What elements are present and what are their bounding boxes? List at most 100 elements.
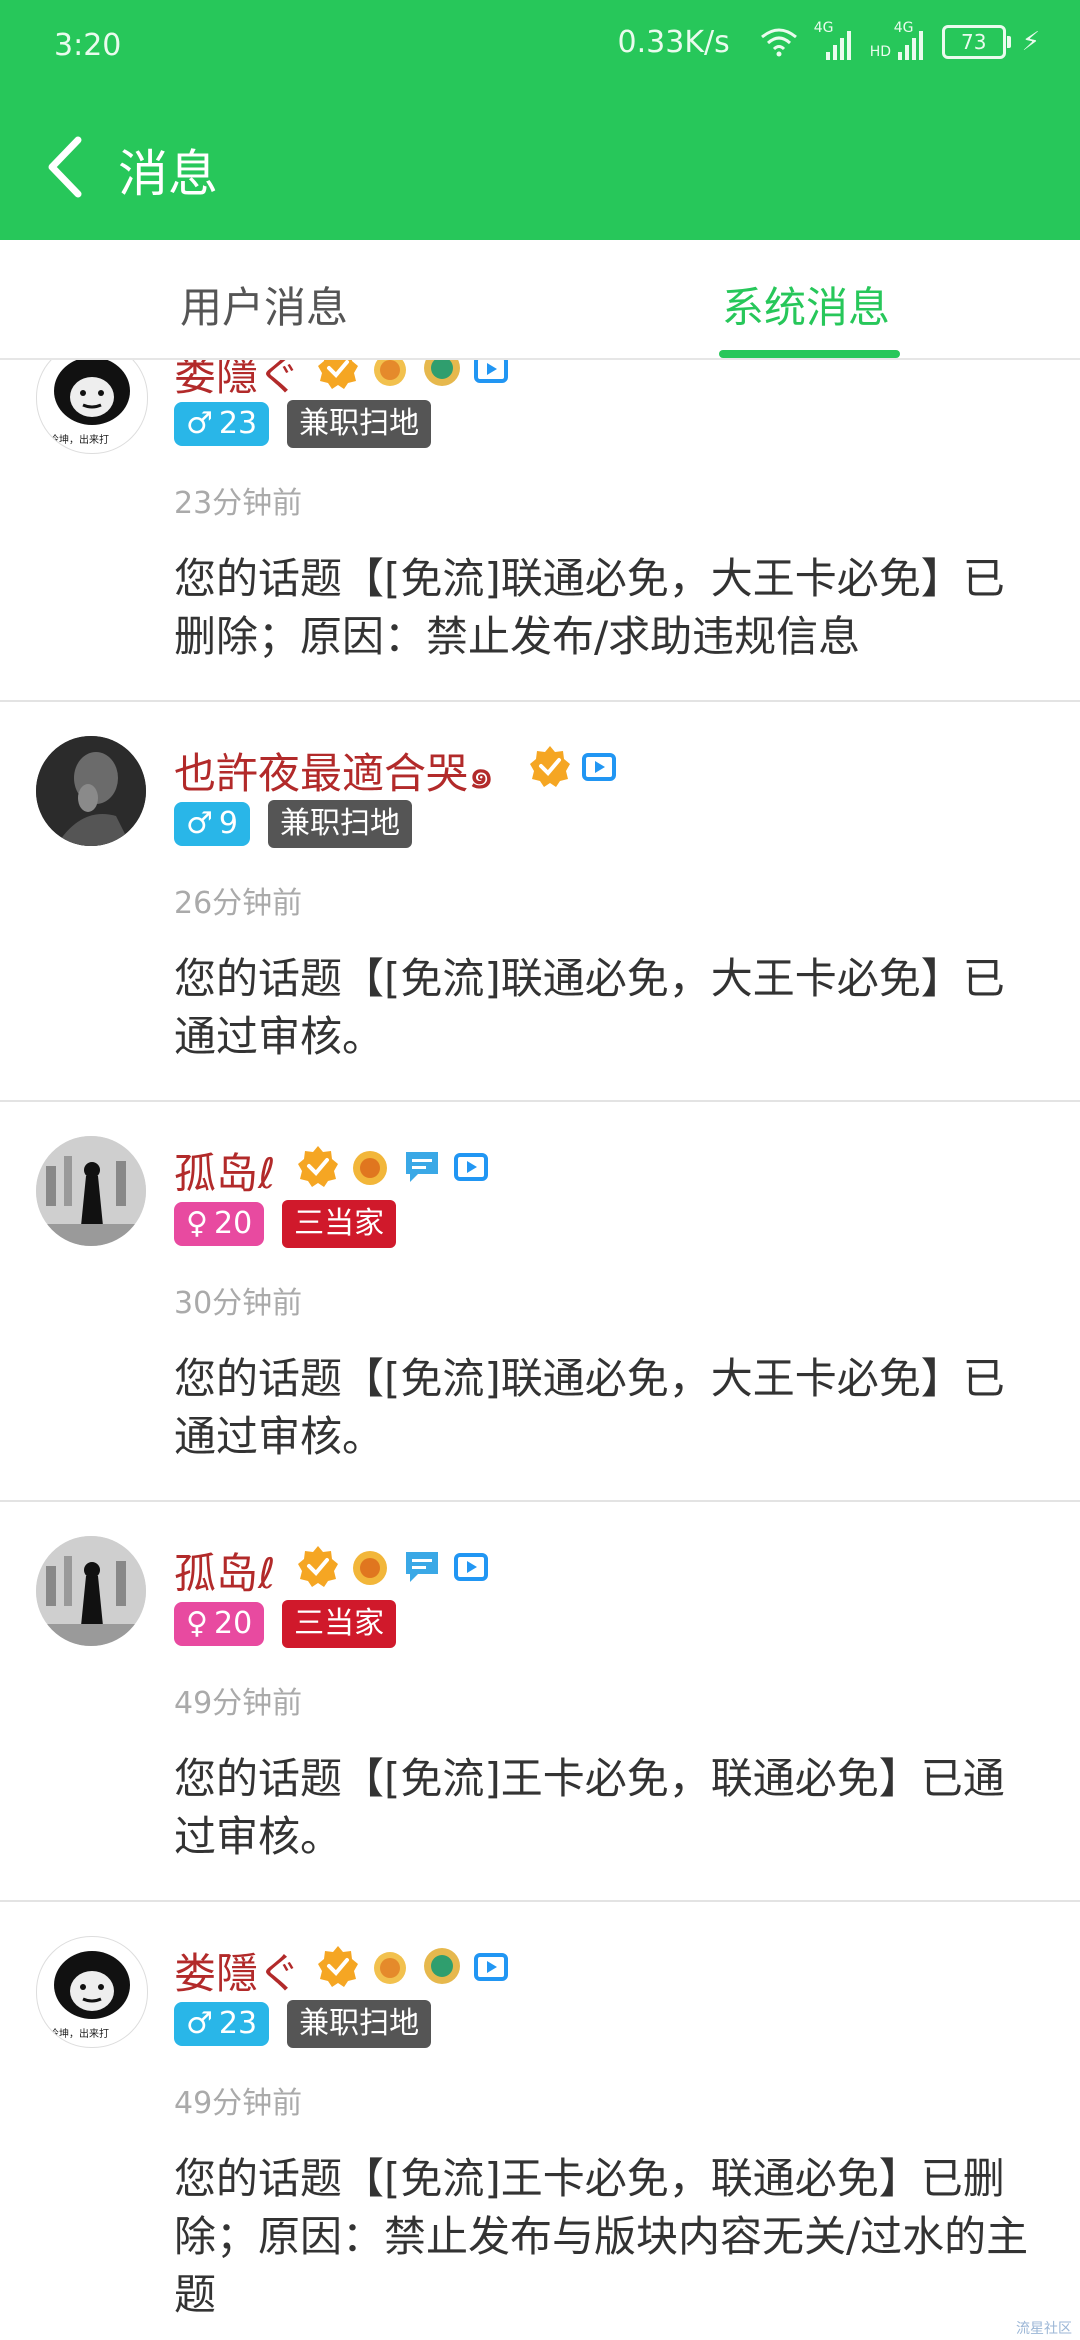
- shield-medal-icon: [424, 1948, 460, 1984]
- charging-icon: ⚡: [1021, 27, 1040, 57]
- role-tag: 兼职扫地: [287, 2000, 432, 2048]
- tab-indicator: [719, 350, 900, 358]
- user-badges: [316, 360, 510, 390]
- gender-level-badge: ♂ 23: [174, 402, 270, 446]
- gender-level-badge: ♂ 9: [174, 802, 250, 846]
- username[interactable]: 娄隱ぐ: [174, 1940, 300, 2001]
- tab-user-messages[interactable]: 用户消息: [180, 274, 348, 335]
- list-item[interactable]: 冷坤，出来打 娄隱ぐ ♂ 23 兼职扫地: [0, 1900, 1080, 2340]
- hd-label: HD: [869, 44, 892, 60]
- role-tag: 三当家: [282, 1600, 397, 1648]
- chat-badge-icon: [406, 1152, 438, 1182]
- gender-symbol: ♀: [186, 1206, 208, 1241]
- gender-symbol: ♂: [186, 2006, 213, 2041]
- message-list[interactable]: 冷坤，出来打 娄隱ぐ ♂ 23 兼职扫地 23分钟前 您的话题【[免流]联通必免…: [0, 360, 1080, 2340]
- avatar[interactable]: 冷坤，出来打: [36, 1936, 148, 2048]
- avatar-castle-image: [36, 1536, 146, 1646]
- network-speed: 0.33K/s: [617, 24, 730, 60]
- status-time: 3:20: [54, 28, 122, 63]
- username[interactable]: 也許夜最適合哭๑: [174, 740, 495, 807]
- message-time: 49分钟前: [174, 2086, 303, 2121]
- role-tag: 兼职扫地: [287, 400, 432, 448]
- verified-badge-icon: [318, 1946, 358, 1987]
- signal-bars-icon: [825, 31, 851, 60]
- tab-bar: 用户消息 系统消息: [0, 240, 1080, 360]
- level-value: 9: [218, 806, 238, 841]
- battery-icon: 73: [941, 25, 1011, 59]
- verified-badge-icon: [530, 746, 570, 787]
- gender-level-badge: ♀ 20: [174, 1202, 265, 1246]
- list-item[interactable]: 孤岛ℓ ♀ 20 三当家 30分钟前 您的话题【[免流]联通必免，大王卡必免】已…: [0, 1100, 1080, 1502]
- message-time: 26分钟前: [174, 886, 303, 921]
- avatar[interactable]: 冷坤，出来打: [36, 360, 148, 454]
- user-tags: ♀ 20 三当家: [174, 1600, 397, 1648]
- signal-icon: 4G: [814, 20, 854, 60]
- avatar-castle-image: [36, 1136, 146, 1246]
- verified-badge-icon: [298, 1546, 338, 1587]
- chat-badge-icon: [406, 1552, 438, 1582]
- gender-symbol: ♀: [186, 1606, 208, 1641]
- user-tags: ♀ 20 三当家: [174, 1200, 397, 1248]
- crown-medal-icon: [353, 1151, 387, 1185]
- page-title: 消息: [118, 145, 218, 203]
- role-tag: 三当家: [282, 1200, 397, 1248]
- signal-icon-2: HD 4G: [869, 20, 926, 60]
- user-badges: [316, 1944, 510, 1988]
- gender-level-badge: ♂ 23: [174, 2002, 270, 2046]
- user-badges: [296, 1544, 490, 1588]
- video-icon: [454, 1553, 488, 1581]
- gender-symbol: ♂: [186, 406, 213, 441]
- avatar[interactable]: [36, 1536, 146, 1646]
- message-text: 您的话题【[免流]联通必免，大王卡必免】已删除；原因：禁止发布/求助违规信息: [174, 554, 1005, 661]
- watermark: 流星社区: [1016, 2321, 1072, 2337]
- avatar-portrait-image: [36, 736, 146, 846]
- message-text: 您的话题【[免流]联通必免，大王卡必免】已通过审核。: [174, 1354, 1005, 1461]
- shield-medal-icon: [424, 360, 460, 386]
- user-tags: ♂ 23 兼职扫地: [174, 2000, 432, 2048]
- back-button[interactable]: [40, 132, 100, 202]
- tab-system-messages[interactable]: 系统消息: [722, 274, 890, 335]
- medal-icon: [374, 360, 406, 386]
- signal-bars-icon-2: [897, 31, 923, 60]
- status-bar: 3:20 0.33K/s 4G HD 4G 73 ⚡: [0, 0, 1080, 92]
- username[interactable]: 娄隱ぐ: [174, 360, 300, 403]
- chevron-left-icon: [48, 136, 82, 198]
- video-icon: [474, 1953, 508, 1981]
- role-tag: 兼职扫地: [268, 800, 412, 848]
- message-time: 49分钟前: [174, 1686, 303, 1721]
- message-time: 23分钟前: [174, 486, 303, 521]
- status-icons: 0.33K/s 4G HD 4G 73 ⚡: [617, 20, 1040, 60]
- level-value: 23: [218, 406, 258, 441]
- verified-badge-icon: [318, 360, 358, 389]
- video-icon: [454, 1153, 488, 1181]
- user-badges: [528, 744, 618, 788]
- user-tags: ♂ 23 兼职扫地: [174, 400, 432, 448]
- user-badges: [296, 1144, 490, 1188]
- list-item[interactable]: 孤岛ℓ ♀ 20 三当家 49分钟前 您的话题【[免流]王卡必免，联通必免】已通…: [0, 1500, 1080, 1902]
- video-icon: [474, 360, 508, 383]
- verified-badge-icon: [298, 1146, 338, 1187]
- message-text: 您的话题【[免流]王卡必免，联通必免】已通过审核。: [174, 1754, 1005, 1861]
- app-bar: 消息: [0, 92, 1080, 240]
- list-item[interactable]: 也許夜最適合哭๑ ♂ 9 兼职扫地 26分钟前 您的话题【[免流]联通必免，大王…: [0, 700, 1080, 1102]
- avatar[interactable]: [36, 1136, 146, 1246]
- message-time: 30分钟前: [174, 1286, 303, 1321]
- avatar-caption: 冷坤，出来打: [49, 435, 109, 446]
- level-value: 23: [218, 2006, 258, 2041]
- video-icon: [582, 753, 616, 781]
- wifi-icon: [760, 28, 797, 57]
- username[interactable]: 孤岛ℓ: [174, 1540, 275, 1601]
- crown-medal-icon: [353, 1551, 387, 1585]
- medal-icon: [374, 1952, 406, 1984]
- gender-level-badge: ♀ 20: [174, 1602, 265, 1646]
- level-value: 20: [213, 1206, 253, 1241]
- message-text: 您的话题【[免流]联通必免，大王卡必免】已通过审核。: [174, 954, 1005, 1061]
- avatar[interactable]: [36, 736, 146, 846]
- username[interactable]: 孤岛ℓ: [174, 1140, 275, 1201]
- list-item[interactable]: 冷坤，出来打 娄隱ぐ ♂ 23 兼职扫地: [0, 360, 1080, 702]
- level-value: 20: [213, 1606, 253, 1641]
- avatar-caption: 冷坤，出来打: [49, 2029, 109, 2040]
- gender-symbol: ♂: [186, 806, 213, 841]
- user-tags: ♂ 9 兼职扫地: [174, 800, 412, 848]
- message-text: 您的话题【[免流]王卡必免，联通必免】已删除；原因：禁止发布与版块内容无关/过水…: [174, 2154, 1029, 2319]
